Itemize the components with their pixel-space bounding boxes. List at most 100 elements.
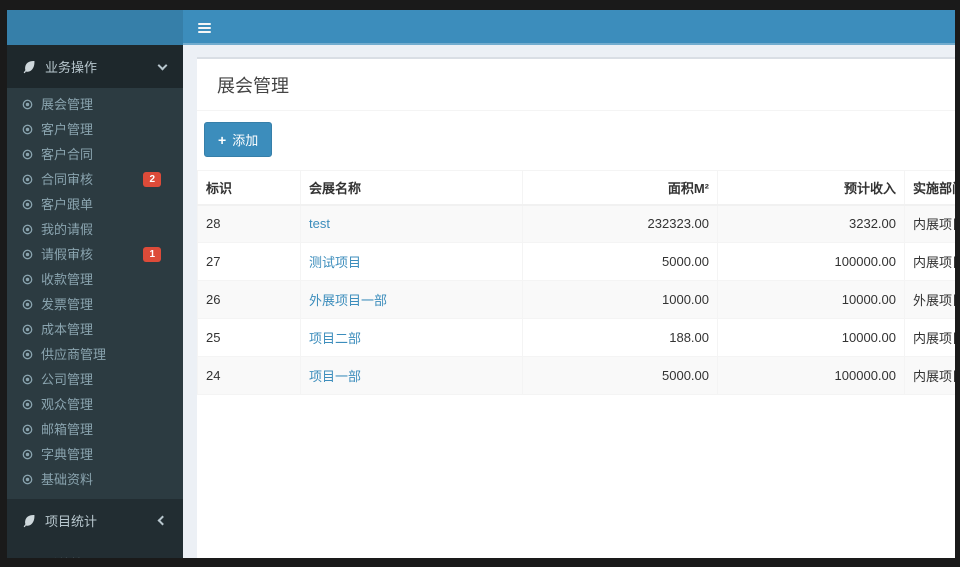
sidebar-section: 业务操作展会管理客户管理客户合同 合同审核 2 客户跟单我的请假请假审核 1 收款管理发票…	[7, 45, 183, 499]
exhibition-name-link[interactable]: 项目二部	[309, 331, 361, 346]
table-row: 26 外展项目一部 1000.0010000.00外展项目	[197, 280, 955, 319]
sidebar-section-header[interactable]: 系统管理	[7, 542, 183, 558]
leaf-icon	[22, 60, 36, 74]
dot-circle-icon	[22, 274, 33, 285]
table-row: 28 test 232323.003232.00内展项目	[197, 204, 955, 243]
leaf-icon	[22, 514, 36, 528]
exhibition-name-link[interactable]: 外展项目一部	[309, 293, 387, 308]
dot-circle-icon	[22, 249, 33, 260]
cell-id: 28	[197, 204, 301, 243]
sidebar-item-label: 展会管理	[41, 97, 94, 112]
sidebar-item[interactable]: 字典管理	[7, 442, 183, 467]
exhibition-name-link[interactable]: 测试项目	[309, 255, 361, 270]
page-title: 展会管理	[197, 59, 955, 111]
column-header: 会展名称	[300, 170, 523, 206]
sidebar-item-label: 收款管理	[41, 272, 94, 287]
sidebar-item-label: 基础资料	[41, 472, 94, 487]
column-header: 实施部门	[904, 170, 955, 206]
screenshot-frame: 业务操作 展会管理 客户管理 客户合同 合同审核 2 客户跟单 我的请假 请假审核 1 收款管理 发票…	[0, 0, 960, 567]
cell-name: 项目一部	[300, 356, 523, 395]
cell-area: 5000.00	[522, 242, 718, 281]
cell-income: 10000.00	[717, 280, 905, 319]
sidebar-item-label: 成本管理	[41, 322, 94, 337]
leaf-icon	[22, 557, 36, 558]
sidebar-item[interactable]: 基础资料	[7, 467, 183, 492]
dot-circle-icon	[22, 149, 33, 160]
cell-area: 1000.00	[522, 280, 718, 319]
sidebar-section-label: 项目统计	[45, 514, 98, 529]
cell-dept: 内展项目	[904, 356, 955, 395]
table-row: 27 测试项目 5000.00100000.00内展项目	[197, 242, 955, 281]
cell-dept: 内展项目	[904, 318, 955, 357]
cell-name: test	[300, 204, 523, 243]
cell-id: 25	[197, 318, 301, 357]
app-window: 业务操作 展会管理 客户管理 客户合同 合同审核 2 客户跟单 我的请假 请假审核 1 收款管理 发票…	[7, 10, 955, 558]
dot-circle-icon	[22, 349, 33, 360]
cell-income: 100000.00	[717, 242, 905, 281]
cell-name: 测试项目	[300, 242, 523, 281]
sidebar-section-header[interactable]: 业务操作	[7, 45, 183, 88]
column-header: 标识	[197, 170, 301, 206]
sidebar-item-label: 客户管理	[41, 122, 94, 137]
plus-icon: +	[218, 131, 227, 148]
dot-circle-icon	[22, 124, 33, 135]
toolbar: + 添加	[197, 111, 955, 170]
dot-circle-icon	[22, 474, 33, 485]
sidebar-item[interactable]: 请假审核 1	[7, 242, 183, 267]
sidebar-item[interactable]: 观众管理	[7, 392, 183, 417]
sidebar-item[interactable]: 邮箱管理	[7, 417, 183, 442]
cell-id: 24	[197, 356, 301, 395]
dot-circle-icon	[22, 99, 33, 110]
dot-circle-icon	[22, 224, 33, 235]
cell-income: 100000.00	[717, 356, 905, 395]
sidebar-item[interactable]: 供应商管理	[7, 342, 183, 367]
sidebar-item-label: 我的请假	[41, 222, 94, 237]
table-row: 25 项目二部 188.0010000.00内展项目	[197, 318, 955, 357]
hamburger-menu-icon[interactable]	[194, 16, 218, 40]
notification-badge: 1	[143, 247, 161, 262]
cell-area: 232323.00	[522, 204, 718, 243]
add-button-label: 添加	[232, 133, 259, 148]
sidebar-section: 项目统计	[7, 499, 183, 542]
sidebar-item[interactable]: 展会管理	[7, 92, 183, 117]
sidebar-item-label: 字典管理	[41, 447, 94, 462]
sidebar-item[interactable]: 客户管理	[7, 117, 183, 142]
table-row: 24 项目一部 5000.00100000.00内展项目	[197, 356, 955, 395]
dot-circle-icon	[22, 324, 33, 335]
sidebar-section: 系统管理	[7, 542, 183, 558]
cell-id: 26	[197, 280, 301, 319]
cell-name: 外展项目一部	[300, 280, 523, 319]
sidebar-section-header[interactable]: 项目统计	[7, 499, 183, 542]
cell-area: 5000.00	[522, 356, 718, 395]
sidebar-item[interactable]: 我的请假	[7, 217, 183, 242]
sidebar-item-label: 合同审核	[41, 172, 94, 187]
sidebar-item-label: 邮箱管理	[41, 422, 94, 437]
sidebar-item[interactable]: 客户跟单	[7, 192, 183, 217]
content-area: 展会管理 + 添加 标识会展名称面积M²预计收入实施部门 28 test 23232…	[183, 45, 955, 558]
sidebar-item[interactable]: 客户合同	[7, 142, 183, 167]
exhibition-name-link[interactable]: test	[309, 216, 330, 231]
dot-circle-icon	[22, 299, 33, 310]
dot-circle-icon	[22, 399, 33, 410]
cell-dept: 内展项目	[904, 242, 955, 281]
sidebar-item[interactable]: 发票管理	[7, 292, 183, 317]
column-header: 面积M²	[522, 170, 718, 206]
cell-dept: 外展项目	[904, 280, 955, 319]
dot-circle-icon	[22, 449, 33, 460]
column-header: 预计收入	[717, 170, 905, 206]
dot-circle-icon	[22, 424, 33, 435]
exhibition-name-link[interactable]: 项目一部	[309, 369, 361, 384]
add-button[interactable]: + 添加	[204, 122, 273, 157]
sidebar-item[interactable]: 合同审核 2	[7, 167, 183, 192]
sidebar-item[interactable]: 公司管理	[7, 367, 183, 392]
cell-income: 10000.00	[717, 318, 905, 357]
cell-area: 188.00	[522, 318, 718, 357]
sidebar-item[interactable]: 收款管理	[7, 267, 183, 292]
top-navbar	[7, 10, 955, 45]
cell-income: 3232.00	[717, 204, 905, 243]
sidebar-section-label: 业务操作	[45, 60, 98, 75]
content-box: 展会管理 + 添加 标识会展名称面积M²预计收入实施部门 28 test 23232…	[197, 57, 955, 558]
sidebar-item[interactable]: 成本管理	[7, 317, 183, 342]
chevron-down-icon	[157, 60, 168, 70]
cell-name: 项目二部	[300, 318, 523, 357]
